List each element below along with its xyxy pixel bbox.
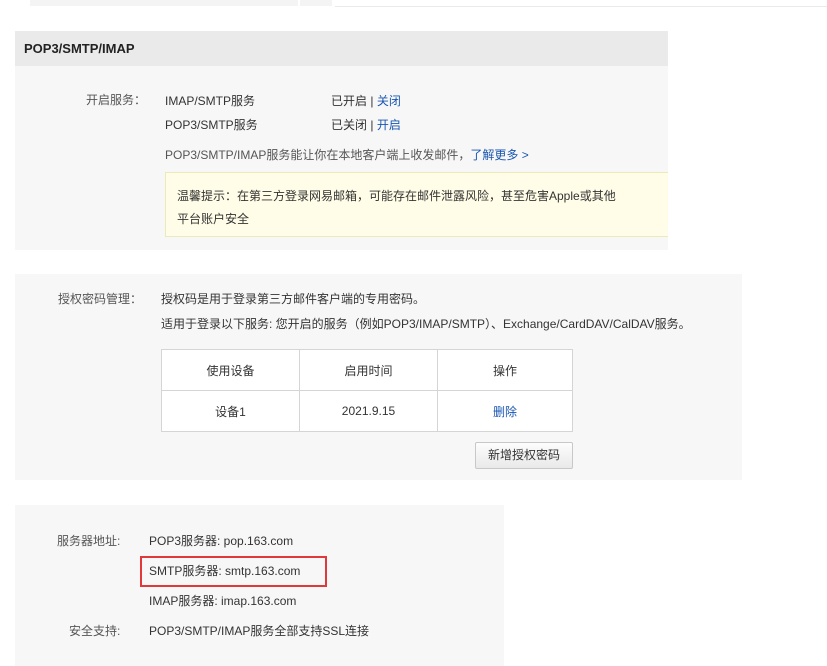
add-auth-code-button[interactable]: 新增授权密码 [475,442,573,469]
table-row: 设备1 2021.9.15 删除 [161,390,573,432]
device-cell: 设备1 [161,390,300,432]
imap-server: IMAP服务器: imap.163.com [149,594,297,608]
separator: | [370,118,374,132]
service-description: POP3/SMTP/IMAP服务能让你在本地客户端上收发邮件，了解更多 > [165,146,529,163]
security-label: 安全支持: [69,624,121,638]
auth-code-label: 授权密码管理： [58,292,143,306]
top-strip [0,0,827,8]
description-text: POP3/SMTP/IMAP服务能让你在本地客户端上收发邮件， [165,148,471,162]
section-header: POP3/SMTP/IMAP [15,31,668,66]
pop3-server: POP3服务器: pop.163.com [149,534,294,548]
service-status-pop3: 已关闭 | 开启 [331,116,401,133]
date-cell: 2021.9.15 [299,390,438,432]
top-strip-divider [335,6,827,7]
top-strip-segment [300,0,332,6]
column-header-device: 使用设备 [161,349,300,391]
service-status-imap: 已开启 | 关闭 [331,92,401,109]
warning-notice: 温馨提示：在第三方登录网易邮箱，可能存在邮件泄露风险，甚至危害Apple或其他 … [165,172,668,237]
auth-code-desc-2: 适用于登录以下服务: 您开启的服务（例如POP3/IMAP/SMTP）、Exch… [161,317,691,331]
table-header-row: 使用设备 启用时间 操作 [161,349,573,391]
section-title: POP3/SMTP/IMAP [24,41,135,56]
auth-code-desc-1: 授权码是用于登录第三方邮件客户端的专用密码。 [161,292,426,306]
top-strip-segment [30,0,298,6]
column-header-action: 操作 [437,349,573,391]
service-name-imap: IMAP/SMTP服务 [165,94,256,108]
action-cell: 删除 [437,390,573,432]
notice-line-1: 温馨提示：在第三方登录网易邮箱，可能存在邮件泄露风险，甚至危害Apple或其他 [177,189,616,203]
auth-device-table: 使用设备 启用时间 操作 设备1 2021.9.15 删除 [161,349,573,432]
service-label: 开启服务： [86,93,147,107]
smtp-highlight-box [140,556,327,587]
server-address-label: 服务器地址: [57,534,121,548]
open-service-link[interactable]: 开启 [377,118,401,132]
service-name-pop3: POP3/SMTP服务 [165,118,258,132]
service-status-text: 已关闭 [331,118,368,132]
column-header-date: 启用时间 [299,349,438,391]
close-service-link[interactable]: 关闭 [377,94,401,108]
security-text: POP3/SMTP/IMAP服务全部支持SSL连接 [149,624,370,638]
separator: | [370,94,374,108]
learn-more-link[interactable]: 了解更多 > [470,148,528,162]
notice-line-2: 平台账户安全 [177,212,250,226]
delete-link[interactable]: 删除 [493,405,517,419]
service-status-text: 已开启 [331,94,368,108]
